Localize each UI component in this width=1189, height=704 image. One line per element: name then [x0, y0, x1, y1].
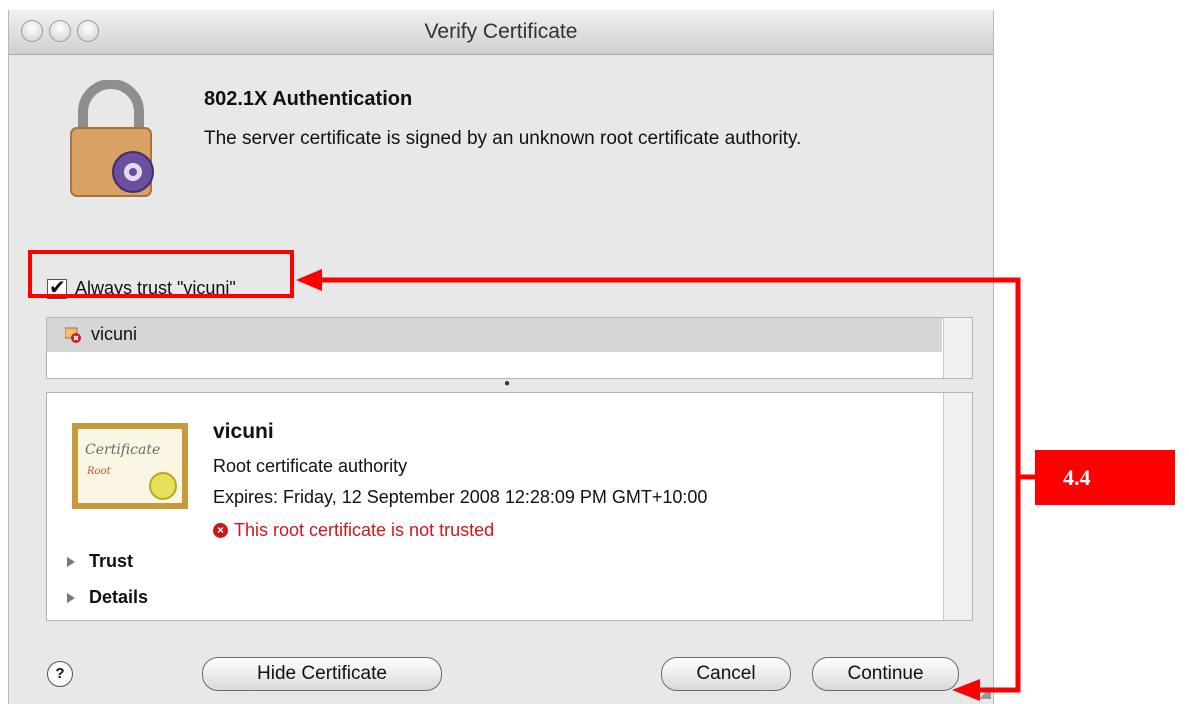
arrow-head-left-icon	[296, 269, 322, 291]
annotation-step-label: 4.4	[1035, 450, 1175, 505]
arrow-head-left-icon	[952, 679, 980, 701]
annotation-arrows	[296, 269, 1035, 701]
